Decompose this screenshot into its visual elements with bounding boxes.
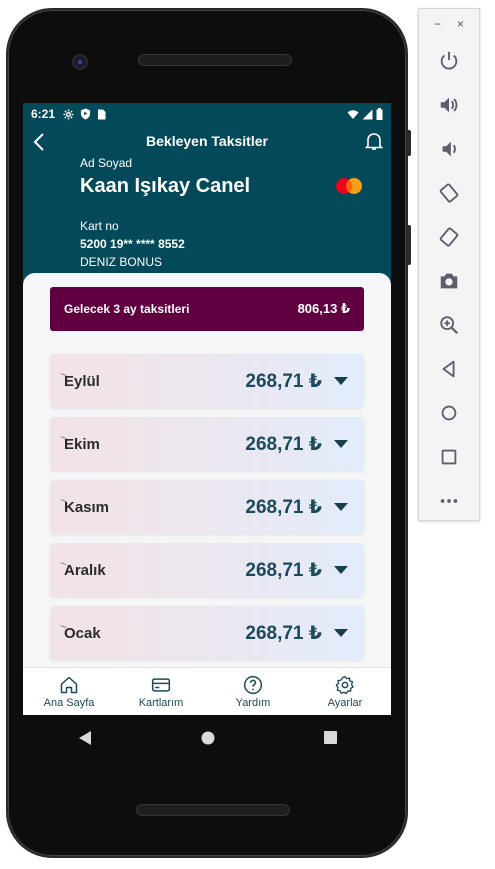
month-amount: 268,71 ₺	[245, 370, 322, 392]
card-number: 5200 19** **** 8552	[80, 237, 185, 251]
volume-up-icon	[440, 97, 458, 113]
month-row-aralik[interactable]: Aralık 268,71 ₺	[50, 543, 364, 597]
installments-panel: Gelecek 3 ay taksitleri 806,13 ₺ Eylül 2…	[23, 273, 391, 667]
overview-square-icon[interactable]	[323, 731, 337, 744]
emu-more-button[interactable]	[419, 479, 479, 523]
name-label: Ad Soyad	[80, 156, 133, 170]
month-amount: 268,71 ₺	[245, 433, 322, 455]
account-header: Bekleyen Taksitler Ad Soyad Kaan Işıkay …	[23, 125, 391, 295]
chevron-down-icon[interactable]	[334, 566, 348, 574]
rotate-left-icon	[439, 183, 459, 203]
mastercard-logo	[336, 178, 362, 194]
front-camera	[72, 54, 88, 70]
bottom-navigation: Ana Sayfa Kartlarım Yardım Ayarlar	[23, 667, 391, 715]
status-bar: 6:21	[23, 103, 391, 125]
zoom-button[interactable]	[419, 303, 479, 347]
power-icon	[440, 51, 458, 70]
home-icon	[441, 405, 457, 421]
emu-back-button[interactable]	[419, 347, 479, 391]
row-marker	[59, 562, 67, 568]
chevron-down-icon[interactable]	[334, 503, 348, 511]
month-name: Ekim	[64, 435, 100, 453]
close-icon[interactable]: ×	[457, 17, 464, 31]
summary-amount: 806,13 ₺	[297, 301, 350, 316]
month-amount: 268,71 ₺	[245, 496, 322, 518]
month-row-eylul[interactable]: Eylül 268,71 ₺	[50, 354, 364, 408]
volume-down-button[interactable]	[419, 127, 479, 171]
home-circle-icon[interactable]	[201, 731, 215, 745]
row-marker	[59, 436, 67, 442]
nav-cards[interactable]: Kartlarım	[115, 668, 207, 715]
rotate-right-icon	[439, 227, 459, 247]
home-icon	[60, 676, 78, 693]
bell-icon[interactable]	[365, 131, 383, 151]
nav-home[interactable]: Ana Sayfa	[23, 668, 115, 715]
month-list: Eylül 268,71 ₺ Ekim 268,71 ₺ Kasım 268,7…	[50, 354, 364, 667]
card-holder-name: Kaan Işıkay Canel	[80, 175, 251, 197]
nav-settings[interactable]: Ayarlar	[299, 668, 391, 715]
month-row-ekim[interactable]: Ekim 268,71 ₺	[50, 417, 364, 471]
signal-icon	[362, 109, 373, 119]
settings-icon	[335, 675, 354, 694]
rotate-left-button[interactable]	[419, 171, 479, 215]
wifi-icon	[347, 109, 359, 119]
summary-label: Gelecek 3 ay taksitleri	[64, 302, 190, 316]
nav-cards-label: Kartlarım	[138, 696, 184, 709]
month-name: Aralık	[64, 561, 106, 579]
nav-settings-label: Ayarlar	[327, 696, 363, 709]
month-amount: 268,71 ₺	[245, 622, 322, 644]
help-icon	[243, 675, 263, 694]
back-triangle-icon[interactable]	[78, 730, 92, 746]
row-marker	[59, 625, 67, 631]
shield-icon	[80, 108, 91, 120]
upcoming-installments-summary: Gelecek 3 ay taksitleri 806,13 ₺	[50, 287, 364, 331]
month-name: Kasım	[64, 498, 110, 516]
page-title: Bekleyen Taksitler	[146, 133, 268, 149]
minimize-icon[interactable]: −	[434, 17, 441, 31]
chevron-down-icon[interactable]	[334, 629, 348, 637]
battery-icon	[376, 108, 383, 120]
emu-overview-button[interactable]	[419, 435, 479, 479]
row-marker	[59, 373, 67, 379]
month-amount: 268,71 ₺	[245, 559, 322, 581]
card-number-label: Kart no	[80, 219, 119, 233]
more-icon	[440, 499, 458, 503]
month-row-ocak[interactable]: Ocak 268,71 ₺	[50, 606, 364, 660]
row-marker	[59, 499, 67, 505]
volume-up-button[interactable]	[419, 83, 479, 127]
earpiece-speaker	[138, 54, 292, 66]
window-controls: − ×	[419, 9, 479, 39]
emu-home-button[interactable]	[419, 391, 479, 435]
nav-home-label: Ana Sayfa	[43, 696, 95, 709]
card-icon	[151, 677, 171, 692]
app-screen: 6:21 Bekleyen Taksitler Ad Soyad Kaan Iş…	[23, 103, 391, 715]
volume-button	[407, 225, 411, 265]
month-name: Eylül	[64, 372, 100, 390]
screenshot-button[interactable]	[419, 259, 479, 303]
month-row-kasim[interactable]: Kasım 268,71 ₺	[50, 480, 364, 534]
nav-help[interactable]: Yardım	[207, 668, 299, 715]
chevron-down-icon[interactable]	[334, 440, 348, 448]
overview-icon	[441, 449, 457, 465]
sim-icon	[98, 109, 106, 119]
month-name: Ocak	[64, 624, 101, 642]
emulator-toolbar: − ×	[418, 8, 480, 521]
chevron-down-icon[interactable]	[334, 377, 348, 385]
status-time: 6:21	[31, 107, 56, 121]
camera-icon	[440, 273, 458, 289]
android-navigation-bar	[23, 715, 391, 760]
power-button[interactable]	[419, 39, 479, 83]
rotate-right-button[interactable]	[419, 215, 479, 259]
power-button	[407, 130, 411, 156]
gear-icon	[63, 108, 74, 120]
bottom-speaker	[136, 804, 290, 816]
volume-down-icon	[442, 141, 456, 157]
zoom-icon	[440, 316, 459, 335]
card-product-name: DENIZ BONUS	[80, 255, 163, 269]
back-icon	[442, 360, 455, 378]
nav-help-label: Yardım	[235, 696, 271, 709]
